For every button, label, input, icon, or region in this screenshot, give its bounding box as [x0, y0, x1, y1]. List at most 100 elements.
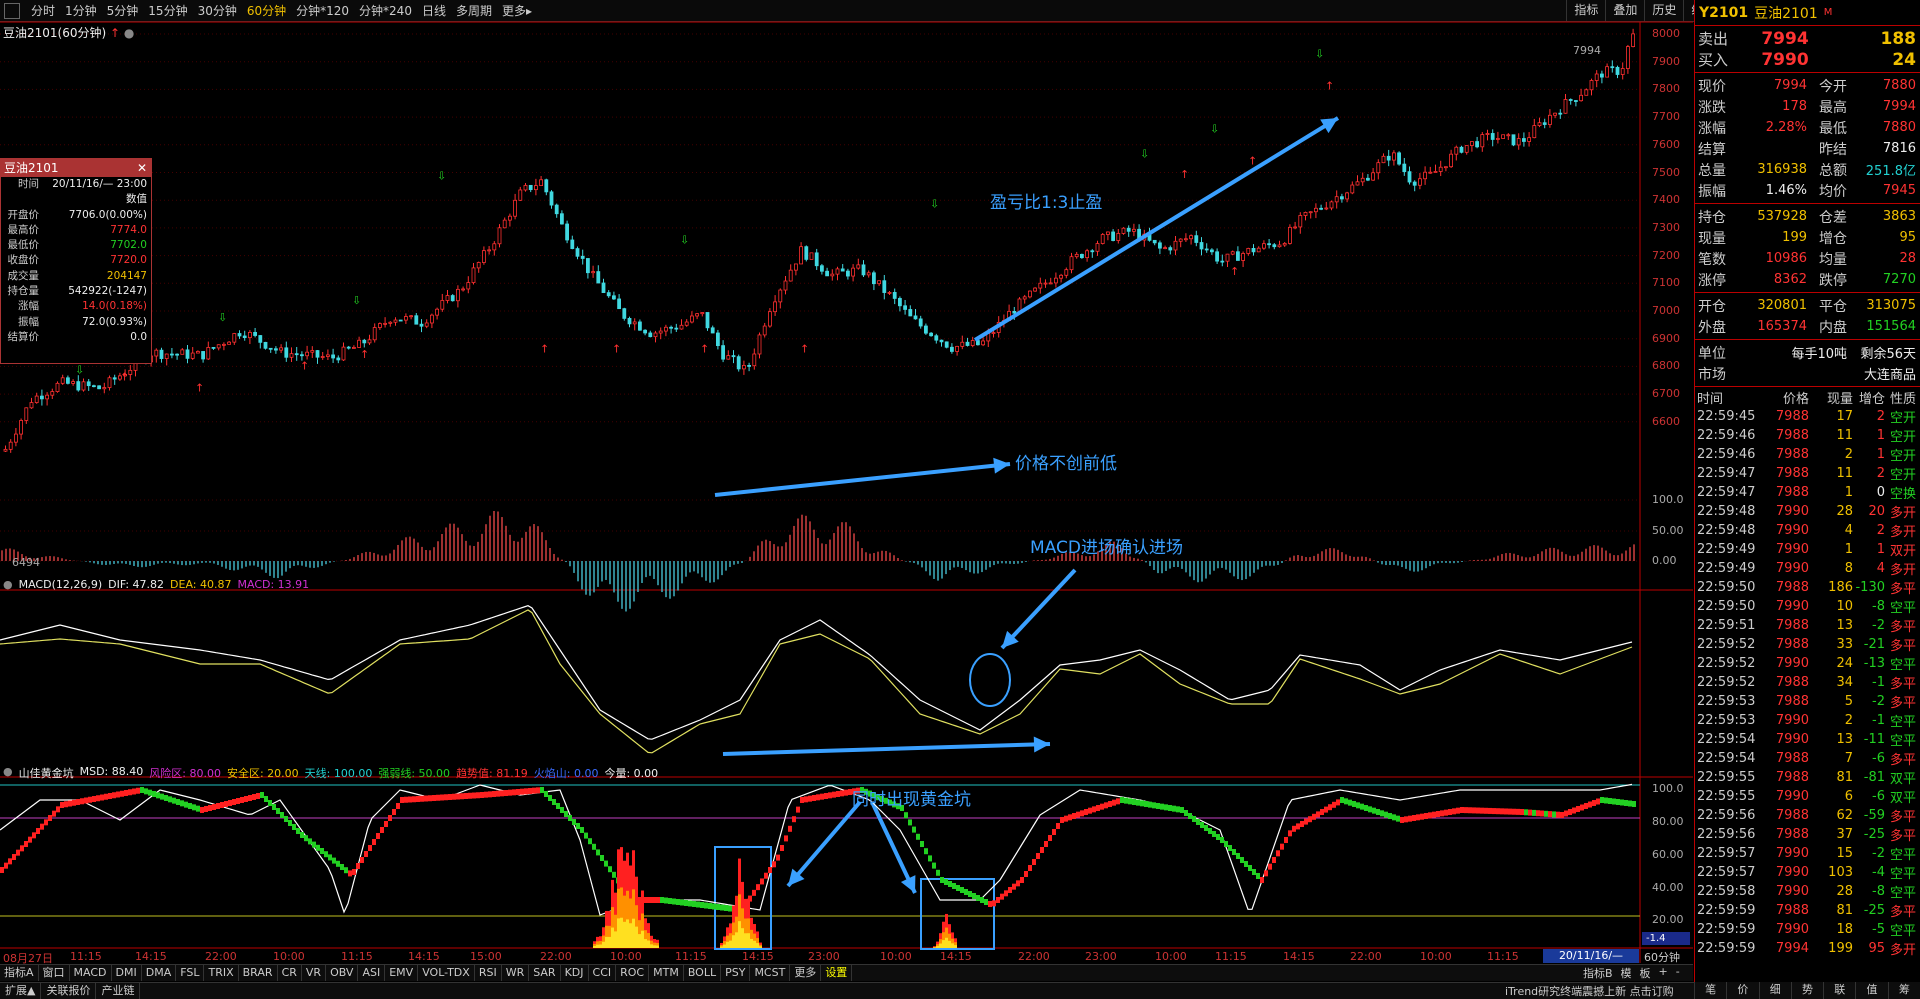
tick-row[interactable]: 22:59:59 7988 81 -25 多平 [1695, 901, 1920, 920]
trend-step [968, 891, 972, 897]
panel-tab[interactable]: 价 [1726, 982, 1758, 999]
tick-row[interactable]: 22:59:46 7988 11 1 空开 [1695, 426, 1920, 445]
candle-body [1371, 172, 1375, 181]
indicator-tab[interactable]: CCI [589, 965, 617, 981]
indicator-tab[interactable]: DMA [142, 965, 177, 981]
trend-step [828, 792, 832, 799]
indicator-tab[interactable]: 指标A [0, 965, 39, 981]
tick-row[interactable]: 22:59:56 7988 62 -59 多平 [1695, 806, 1920, 825]
indicator-b-control[interactable]: + [1659, 965, 1668, 981]
tick-row[interactable]: 22:59:47 7988 11 2 空开 [1695, 464, 1920, 483]
quote-key: 涨停 [1698, 272, 1726, 289]
tick-oi-change: -130 [1855, 580, 1885, 595]
trend-step [1264, 870, 1268, 877]
indicator-settings-icon[interactable]: ● [3, 765, 13, 781]
tick-row[interactable]: 22:59:46 7988 2 1 空开 [1695, 445, 1920, 464]
indicator-tab[interactable]: TRIX [204, 965, 239, 981]
indicator-tab[interactable]: ASI [358, 965, 386, 981]
candle-body [1626, 46, 1630, 69]
panel-tab[interactable]: 筹 [1887, 982, 1920, 999]
indicator-tab[interactable]: MCST [750, 965, 791, 981]
indicator-tab[interactable]: 设置 [821, 965, 853, 981]
indicator-tab[interactable]: KDJ [561, 965, 589, 981]
indicator-tab[interactable]: MACD [70, 965, 112, 981]
bottom-tab[interactable]: 产业链 [96, 983, 141, 999]
indicator-tab[interactable]: CR [278, 965, 302, 981]
current-period[interactable]: 60分钟 [1644, 949, 1680, 965]
chart-canvas[interactable]: ↑↑↑↑↑↑↑↑↑↑↑↑⇩⇩⇩⇩⇩⇩⇩⇩⇩⇩ [0, 0, 1693, 963]
tick-row[interactable]: 22:59:50 7990 10 -8 空平 [1695, 597, 1920, 616]
tick-row[interactable]: 22:59:52 7988 33 -21 多平 [1695, 635, 1920, 654]
tick-row[interactable]: 22:59:54 7988 7 -6 多平 [1695, 749, 1920, 768]
macd-title[interactable]: ● MACD(12,26,9) DIF: 47.82 DEA: 40.87 MA… [3, 578, 309, 591]
indicator-tab[interactable]: VOL-TDX [418, 965, 475, 981]
tick-row[interactable]: 22:59:53 7988 5 -2 多平 [1695, 692, 1920, 711]
indicator-tab[interactable]: 更多 [790, 965, 822, 981]
tick-row[interactable]: 22:59:53 7990 2 -1 空平 [1695, 711, 1920, 730]
tick-row[interactable]: 22:59:57 7990 103 -4 空平 [1695, 863, 1920, 882]
indicator-tab[interactable]: BRAR [239, 965, 278, 981]
tick-row[interactable]: 22:59:45 7988 17 2 空开 [1695, 407, 1920, 426]
indicator-tab[interactable]: DMI [112, 965, 142, 981]
candle-body [19, 420, 24, 435]
indicator-tab[interactable]: MTM [649, 965, 684, 981]
tick-row[interactable]: 22:59:59 7990 18 -5 空平 [1695, 920, 1920, 939]
indicator-tab[interactable]: BOLL [684, 965, 722, 981]
panel-tab[interactable]: 势 [1790, 982, 1823, 999]
settings-circle-icon[interactable]: ● [124, 26, 134, 40]
indicator-tab[interactable]: ROC [616, 965, 650, 981]
indicator-b-control[interactable]: 指标B [1583, 965, 1613, 981]
tick-row[interactable]: 22:59:49 7990 8 4 多开 [1695, 559, 1920, 578]
tick-row[interactable]: 22:59:55 7990 6 -6 双平 [1695, 787, 1920, 806]
indicator-b-control[interactable]: 板 [1640, 965, 1651, 981]
indicator-tab[interactable]: OBV [326, 965, 359, 981]
panel-tab[interactable]: 细 [1758, 982, 1791, 999]
indicator-tab[interactable]: FSL [176, 965, 205, 981]
tick-row[interactable]: 22:59:55 7988 81 -81 双平 [1695, 768, 1920, 787]
candle-body [159, 349, 164, 359]
trend-step [484, 791, 488, 798]
candle-body [934, 335, 939, 341]
time-tick-label: 14:15 [1283, 950, 1315, 963]
ask-row[interactable]: 卖出 7994 188 [1695, 28, 1920, 49]
indicator-b-control[interactable]: 模 [1621, 965, 1632, 981]
trend-step [1020, 877, 1024, 883]
tick-row[interactable]: 22:59:47 7988 1 0 空换 [1695, 483, 1920, 502]
tick-row[interactable]: 22:59:58 7990 28 -8 空平 [1695, 882, 1920, 901]
indicator-tab[interactable]: WR [502, 965, 530, 981]
bottom-tab[interactable]: 关联报价 [41, 983, 97, 999]
tick-row[interactable]: 22:59:48 7990 28 20 多开 [1695, 502, 1920, 521]
indicator-b-control[interactable]: - [1676, 965, 1680, 981]
candle-body [1574, 100, 1578, 102]
tick-row[interactable]: 22:59:59 7994 199 95 多开 [1695, 939, 1920, 958]
tick-row[interactable]: 22:59:52 7990 24 -13 空平 [1695, 654, 1920, 673]
bid-row[interactable]: 买入 7990 24 [1695, 49, 1920, 70]
indicator-tab[interactable]: 窗口 [39, 965, 70, 981]
indicator-tab[interactable]: PSY [721, 965, 751, 981]
indicator-settings-icon[interactable]: ● [3, 578, 13, 591]
candle-body [466, 282, 471, 290]
trend-step [452, 793, 456, 800]
indicator-tab[interactable]: RSI [475, 965, 502, 981]
tick-row[interactable]: 22:59:49 7990 1 1 双开 [1695, 540, 1920, 559]
panel-tab[interactable]: 联 [1823, 982, 1855, 999]
tick-nature: 空平 [1889, 924, 1916, 939]
bottom-tab[interactable]: 扩展▲ [0, 983, 42, 999]
tick-row[interactable]: 22:59:50 7988 186 -130 多平 [1695, 578, 1920, 597]
tick-row[interactable]: 22:59:52 7988 34 -1 多平 [1695, 673, 1920, 692]
close-icon[interactable]: ✕ [137, 159, 147, 177]
panel-tab[interactable]: 笔 [1694, 982, 1726, 999]
sell-arrow-icon: ⇩ [437, 170, 446, 183]
promo-link[interactable]: iTrend研究终端震撼上新 点击订购 [1505, 983, 1674, 999]
panel-tab[interactable]: 值 [1855, 982, 1887, 999]
tick-row[interactable]: 22:59:54 7990 13 -11 空平 [1695, 730, 1920, 749]
pit-title[interactable]: ● 山佳黄金坑 MSD: 88.40 风险区: 80.00 安全区: 20.00… [3, 765, 658, 781]
tick-row[interactable]: 22:59:48 7990 4 2 多开 [1695, 521, 1920, 540]
tick-row[interactable]: 22:59:51 7988 13 -2 多平 [1695, 616, 1920, 635]
bar-info-box[interactable]: 豆油2101 ✕ 时间 20/11/16/— 23:00 数值 开盘价 7706.0(0.… [0, 158, 152, 364]
indicator-tab[interactable]: EMV [385, 965, 419, 981]
tick-row[interactable]: 22:59:57 7990 15 -2 空平 [1695, 844, 1920, 863]
indicator-tab[interactable]: VR [302, 965, 327, 981]
tick-row[interactable]: 22:59:56 7988 37 -25 多平 [1695, 825, 1920, 844]
indicator-tab[interactable]: SAR [529, 965, 561, 981]
